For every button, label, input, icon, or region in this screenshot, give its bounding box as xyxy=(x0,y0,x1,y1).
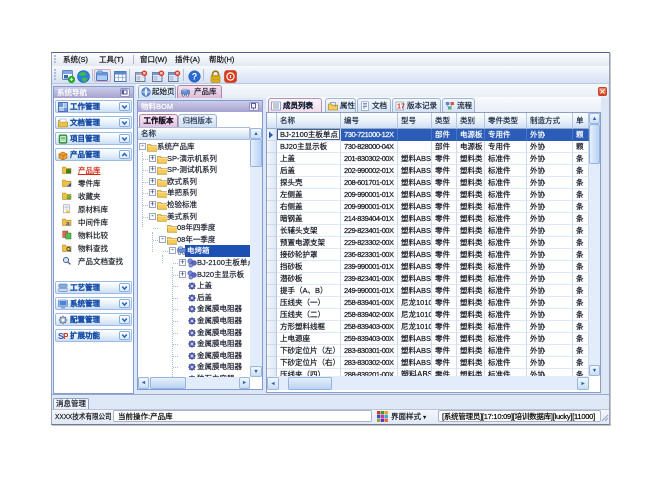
svg-text:P: P xyxy=(63,331,68,341)
svg-text:a: a xyxy=(66,221,70,227)
svg-text:17: 17 xyxy=(397,104,405,111)
svg-text:?: ? xyxy=(192,72,198,82)
